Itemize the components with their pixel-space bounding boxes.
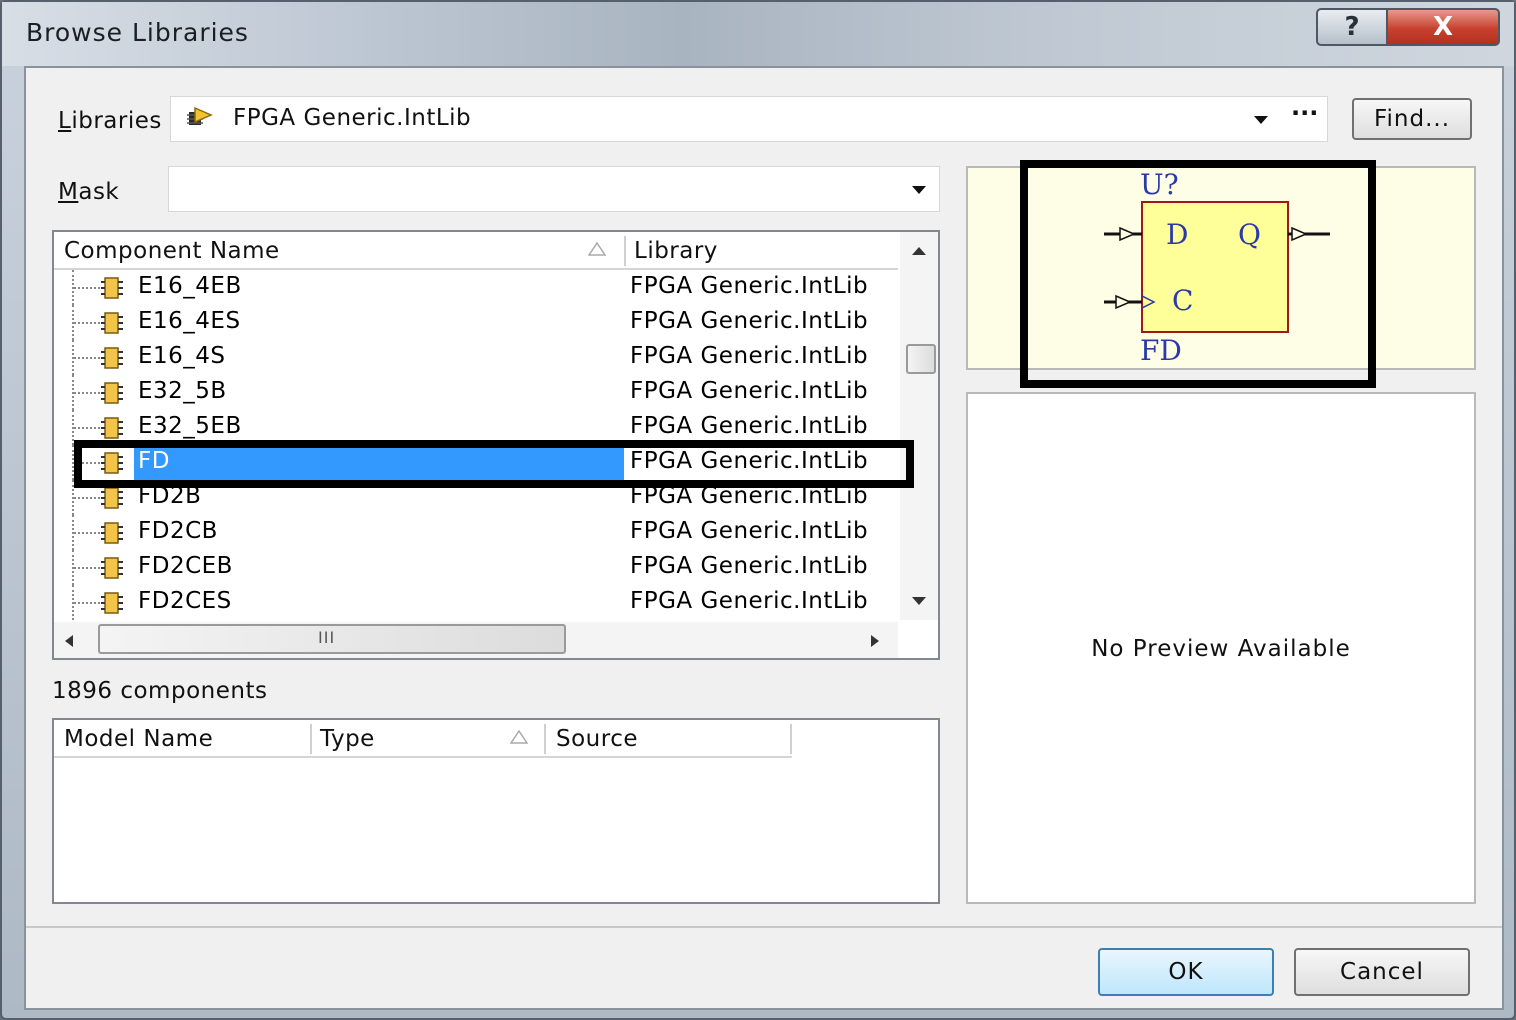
column-header-component-name[interactable]: Component Name — [64, 238, 280, 264]
component-icon — [101, 312, 123, 334]
column-divider[interactable] — [624, 236, 626, 266]
column-header-model-name[interactable]: Model Name — [64, 726, 213, 752]
libraries-value: FPGA Generic.IntLib — [233, 105, 472, 131]
component-count: 1896 components — [52, 678, 268, 704]
column-header-source[interactable]: Source — [556, 726, 638, 752]
column-divider[interactable] — [544, 724, 546, 754]
tree-connector — [74, 287, 100, 289]
mask-input[interactable] — [168, 166, 940, 212]
grip-icon: III — [318, 628, 336, 647]
libraries-label: Libraries — [58, 108, 162, 134]
help-icon: ? — [1344, 12, 1360, 42]
mask-label-rest: ask — [78, 179, 120, 205]
ok-button[interactable]: OK — [1098, 948, 1274, 996]
vertical-scroll-thumb[interactable] — [906, 344, 936, 374]
component-icon — [101, 557, 123, 579]
symbol-highlight-box — [1020, 160, 1376, 388]
component-row[interactable]: FD2CES FPGA Generic.IntLib — [54, 585, 896, 620]
selected-row-highlight-box — [74, 440, 914, 488]
scroll-down-icon[interactable] — [911, 596, 927, 606]
title-bar[interactable]: Browse Libraries ? X — [2, 2, 1514, 66]
model-preview: No Preview Available — [966, 392, 1476, 904]
component-name: E32_5B — [138, 378, 227, 404]
component-icon — [101, 382, 123, 404]
component-name: FD2CB — [138, 518, 218, 544]
chevron-down-icon[interactable] — [911, 185, 927, 195]
chevron-down-icon[interactable] — [1253, 115, 1269, 125]
mask-label: Mask — [58, 179, 119, 205]
sort-ascending-icon — [510, 730, 528, 744]
component-name: E16_4ES — [138, 308, 241, 334]
component-library: FPGA Generic.IntLib — [630, 343, 869, 369]
tree-connector — [74, 357, 100, 359]
component-name: FD2CES — [138, 588, 232, 614]
tree-connector — [74, 497, 100, 499]
close-button[interactable]: X — [1386, 8, 1500, 46]
button-bar: OK Cancel — [26, 928, 1502, 1008]
component-name: FD2CEB — [138, 553, 233, 579]
component-icon — [101, 417, 123, 439]
component-row[interactable]: E16_4S FPGA Generic.IntLib — [54, 340, 896, 375]
integrated-library-icon — [187, 106, 213, 125]
column-header-library[interactable]: Library — [634, 238, 718, 264]
tree-connector — [74, 322, 100, 324]
component-icon — [101, 592, 123, 614]
component-library: FPGA Generic.IntLib — [630, 413, 869, 439]
component-library: FPGA Generic.IntLib — [630, 308, 869, 334]
component-name: E32_5EB — [138, 413, 242, 439]
column-divider[interactable] — [310, 724, 312, 754]
component-icon — [101, 487, 123, 509]
component-icon — [101, 347, 123, 369]
libraries-label-accel: L — [58, 108, 72, 134]
component-icon — [101, 277, 123, 299]
horizontal-scroll-thumb[interactable]: III — [98, 624, 566, 654]
scroll-right-icon[interactable] — [870, 634, 880, 648]
component-icon — [101, 522, 123, 544]
horizontal-scrollbar[interactable]: III — [54, 622, 898, 658]
window-title: Browse Libraries — [26, 18, 249, 47]
tree-connector — [74, 392, 100, 394]
component-row[interactable]: FD2CEB FPGA Generic.IntLib — [54, 550, 896, 585]
component-library: FPGA Generic.IntLib — [630, 378, 869, 404]
tree-connector — [74, 532, 100, 534]
help-button[interactable]: ? — [1316, 8, 1386, 46]
no-preview-text: No Preview Available — [1091, 636, 1351, 662]
component-library: FPGA Generic.IntLib — [630, 553, 869, 579]
column-divider[interactable] — [790, 724, 792, 754]
component-library: FPGA Generic.IntLib — [630, 273, 869, 299]
model-list-header: Model Name Type Source — [54, 720, 792, 758]
scroll-up-icon[interactable] — [911, 246, 927, 256]
component-library: FPGA Generic.IntLib — [630, 588, 869, 614]
tree-connector — [74, 427, 100, 429]
model-list[interactable]: Model Name Type Source — [52, 718, 940, 904]
scroll-left-icon[interactable] — [64, 634, 74, 648]
component-row[interactable]: E16_4EB FPGA Generic.IntLib — [54, 270, 896, 305]
component-list-header: Component Name Library — [54, 232, 898, 270]
browse-libraries-dialog: Browse Libraries ? X Libraries FPGA Gene… — [0, 0, 1516, 1020]
libraries-dropdown[interactable]: FPGA Generic.IntLib ··· — [170, 96, 1328, 142]
find-button[interactable]: Find... — [1352, 98, 1472, 140]
close-icon: X — [1432, 12, 1454, 42]
component-row[interactable]: FD2CB FPGA Generic.IntLib — [54, 515, 896, 550]
dialog-client-area: Libraries FPGA Generic.IntLib ··· Find..… — [24, 66, 1504, 1010]
column-header-type[interactable]: Type — [320, 726, 375, 752]
component-name: E16_4EB — [138, 273, 242, 299]
tree-connector — [74, 567, 100, 569]
libraries-label-rest: ibraries — [71, 108, 162, 134]
sort-ascending-icon — [588, 242, 606, 256]
more-options-button[interactable]: ··· — [1291, 99, 1318, 127]
mask-label-accel: M — [58, 179, 79, 205]
tree-connector — [74, 602, 100, 604]
component-row[interactable]: E32_5B FPGA Generic.IntLib — [54, 375, 896, 410]
cancel-button[interactable]: Cancel — [1294, 948, 1470, 996]
component-row[interactable]: E16_4ES FPGA Generic.IntLib — [54, 305, 896, 340]
component-name: E16_4S — [138, 343, 226, 369]
component-library: FPGA Generic.IntLib — [630, 518, 869, 544]
vertical-scrollbar[interactable] — [900, 232, 938, 620]
